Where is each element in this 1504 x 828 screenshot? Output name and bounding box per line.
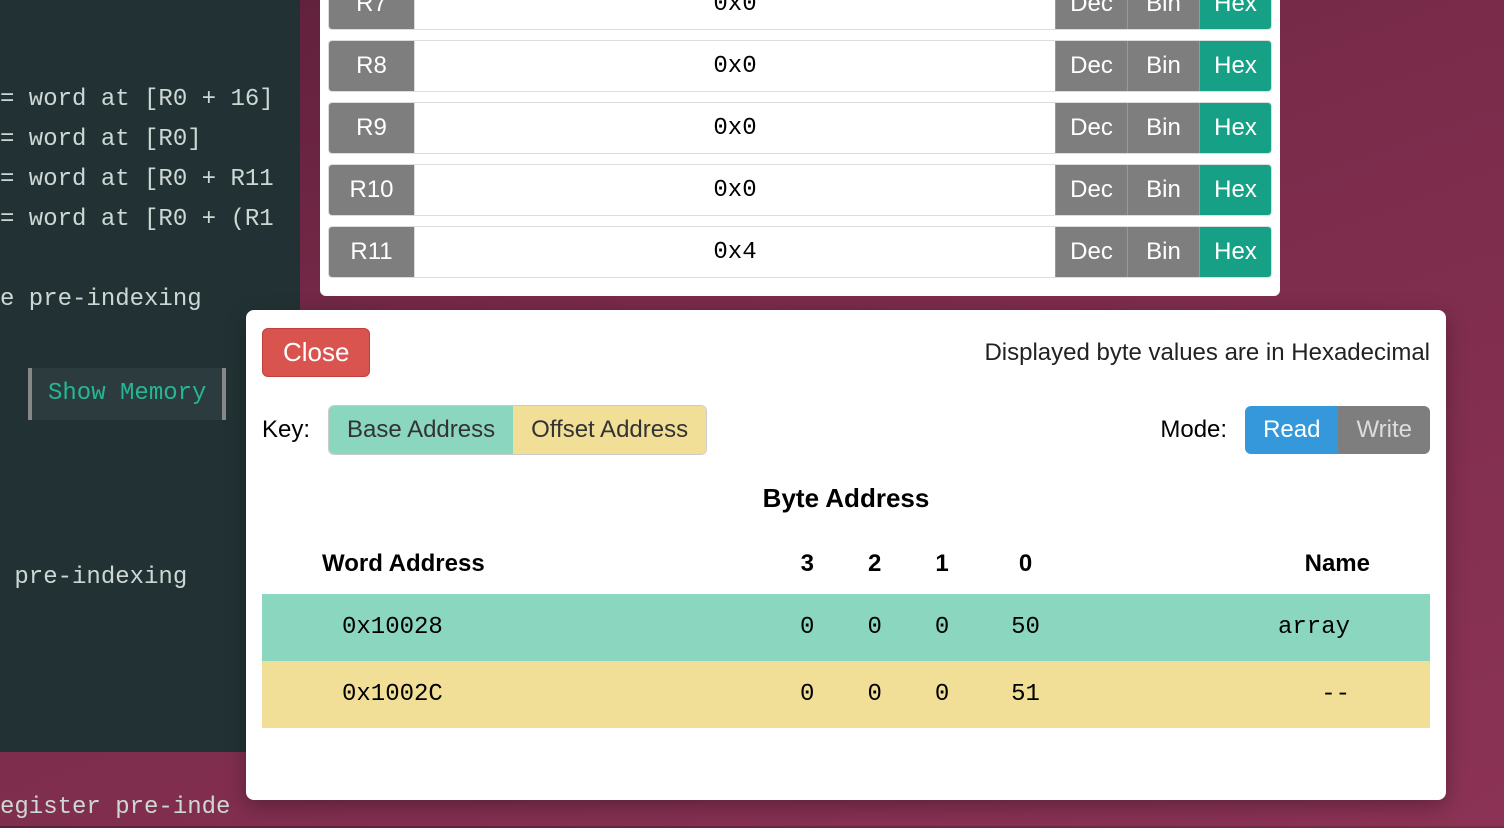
format-dec-button[interactable]: Dec — [1055, 227, 1127, 277]
memory-hint: Displayed byte values are in Hexadecimal — [984, 339, 1430, 367]
format-bin-button[interactable]: Bin — [1127, 165, 1199, 215]
format-bin-button[interactable]: Bin — [1127, 103, 1199, 153]
register-value: 0x0 — [415, 103, 1055, 153]
format-hex-button[interactable]: Hex — [1199, 227, 1271, 277]
register-row: R110x4DecBinHex — [328, 226, 1272, 278]
register-label[interactable]: R9 — [329, 103, 415, 153]
memory-dialog: Close Displayed byte values are in Hexad… — [246, 310, 1446, 800]
register-label[interactable]: R10 — [329, 165, 415, 215]
register-row: R80x0DecBinHex — [328, 40, 1272, 92]
key-label: Key: — [262, 416, 310, 444]
format-bin-button[interactable]: Bin — [1127, 227, 1199, 277]
register-label[interactable]: R11 — [329, 227, 415, 277]
register-row: R70x0DecBinHex — [328, 0, 1272, 30]
show-memory-button[interactable]: Show Memory — [28, 368, 226, 420]
close-button[interactable]: Close — [262, 328, 370, 377]
format-hex-button[interactable]: Hex — [1199, 41, 1271, 91]
format-dec-button[interactable]: Dec — [1055, 103, 1127, 153]
memory-table: Word Address 3 2 1 0 Name 0x1002800050ar… — [262, 534, 1430, 728]
col-name: Name — [1075, 534, 1430, 594]
cell-byte-3: 0 — [774, 594, 841, 661]
format-hex-button[interactable]: Hex — [1199, 0, 1271, 29]
byte-address-title: Byte Address — [262, 483, 1430, 514]
legend-base-address: Base Address — [329, 406, 513, 454]
format-dec-button[interactable]: Dec — [1055, 165, 1127, 215]
cell-byte-2: 0 — [841, 661, 908, 728]
code-line: = word at [R0] — [0, 120, 300, 160]
format-bin-button[interactable]: Bin — [1127, 41, 1199, 91]
cell-byte-0: 51 — [976, 661, 1075, 728]
cell-word-address: 0x10028 — [262, 594, 774, 661]
format-dec-button[interactable]: Dec — [1055, 41, 1127, 91]
mode-read-button[interactable]: Read — [1245, 406, 1338, 454]
col-byte-1: 1 — [908, 534, 975, 594]
register-row: R90x0DecBinHex — [328, 102, 1272, 154]
col-byte-2: 2 — [841, 534, 908, 594]
mode-write-button[interactable]: Write — [1338, 406, 1430, 454]
cell-byte-1: 0 — [908, 661, 975, 728]
code-line: = word at [R0 + (R1 — [0, 200, 300, 240]
cell-byte-0: 50 — [976, 594, 1075, 661]
format-bin-button[interactable]: Bin — [1127, 0, 1199, 29]
cell-name: array — [1075, 594, 1430, 661]
registers-panel: R70x0DecBinHexR80x0DecBinHexR90x0DecBinH… — [320, 0, 1280, 296]
memory-row[interactable]: 0x1002C00051-- — [262, 661, 1430, 728]
cell-byte-3: 0 — [774, 661, 841, 728]
format-hex-button[interactable]: Hex — [1199, 165, 1271, 215]
format-dec-button[interactable]: Dec — [1055, 0, 1127, 29]
format-hex-button[interactable]: Hex — [1199, 103, 1271, 153]
mode-toggle: Read Write — [1245, 406, 1430, 454]
mode-label: Mode: — [1160, 416, 1227, 444]
register-value: 0x4 — [415, 227, 1055, 277]
legend-offset-address: Offset Address — [513, 406, 706, 454]
register-row: R100x0DecBinHex — [328, 164, 1272, 216]
cell-byte-2: 0 — [841, 594, 908, 661]
register-value: 0x0 — [415, 165, 1055, 215]
col-byte-0: 0 — [976, 534, 1075, 594]
register-value: 0x0 — [415, 41, 1055, 91]
cell-word-address: 0x1002C — [262, 661, 774, 728]
code-line: = word at [R0 + 16] — [0, 80, 300, 120]
code-line: = word at [R0 + R11 — [0, 160, 300, 200]
key-legend: Base Address Offset Address — [328, 405, 707, 455]
register-value: 0x0 — [415, 0, 1055, 29]
col-byte-3: 3 — [774, 534, 841, 594]
memory-row[interactable]: 0x1002800050array — [262, 594, 1430, 661]
register-label[interactable]: R8 — [329, 41, 415, 91]
cell-name: -- — [1075, 661, 1430, 728]
cell-byte-1: 0 — [908, 594, 975, 661]
col-word-address: Word Address — [262, 534, 774, 594]
register-label[interactable]: R7 — [329, 0, 415, 29]
